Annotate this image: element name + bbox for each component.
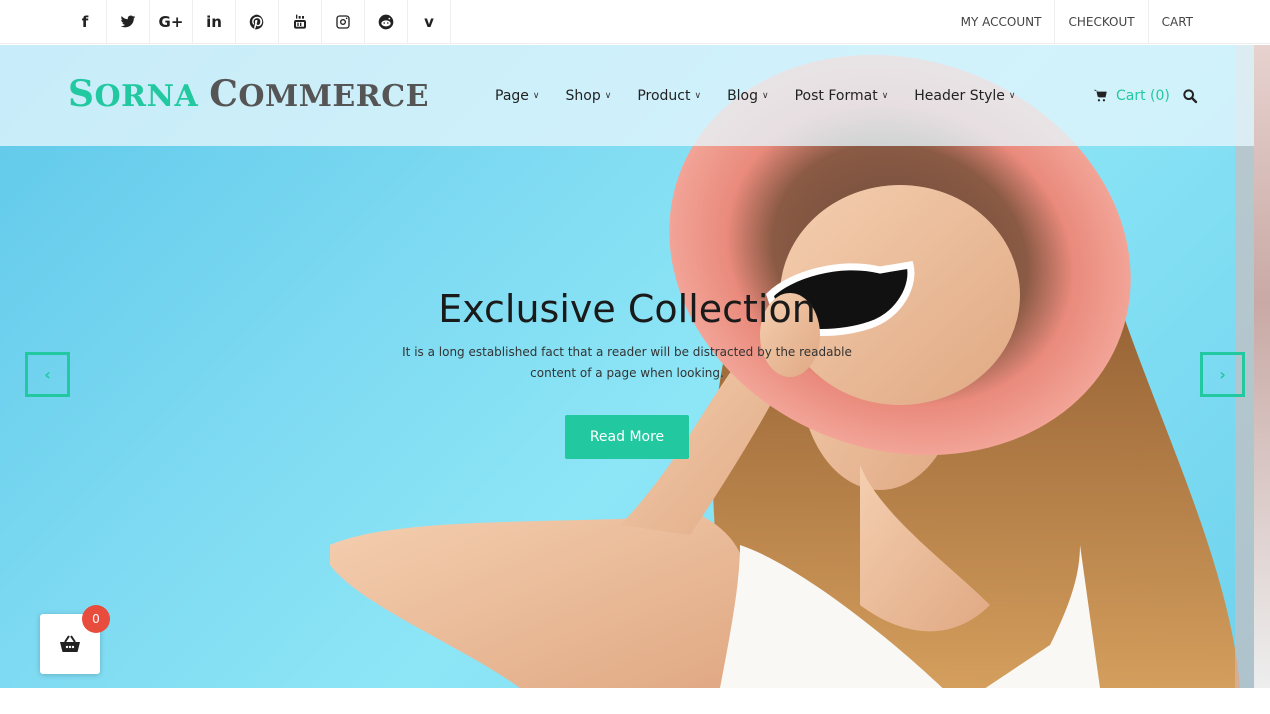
main-nav: Page ∨ Shop ∨ Product ∨ Blog ∨ Post Format ∨ …	[495, 45, 1041, 146]
vimeo-icon[interactable]: v	[408, 0, 451, 44]
reddit-glyph-icon	[378, 14, 394, 30]
chevron-down-icon: ∨	[762, 90, 769, 101]
linkedin-icon[interactable]: in	[193, 0, 236, 44]
social-links: f G+ in v	[64, 0, 451, 44]
site-header: SORNA COMMERCE Page ∨ Shop ∨ Product ∨ Blog…	[0, 45, 1254, 146]
nav-item-shop[interactable]: Shop ∨	[566, 88, 612, 104]
twitter-bird-icon	[120, 15, 136, 28]
nav-item-post-format[interactable]: Post Format ∨	[795, 88, 889, 104]
slide-description: It is a long established fact that a rea…	[402, 345, 852, 380]
cart-link-top[interactable]: CART	[1147, 0, 1206, 44]
chevron-down-icon: ∨	[694, 90, 702, 101]
youtube-icon[interactable]	[279, 0, 322, 44]
account-links: MY ACCOUNT CHECKOUT CART	[948, 0, 1206, 44]
pinterest-icon[interactable]	[236, 0, 279, 44]
nav-item-blog[interactable]: Blog ∨	[727, 88, 769, 104]
youtube-glyph-icon	[294, 14, 306, 29]
nav-item-header-style[interactable]: Header Style ∨	[914, 88, 1015, 104]
shopping-cart-icon	[1093, 89, 1107, 102]
read-more-button[interactable]: Read More	[565, 415, 689, 459]
slider-prev-button[interactable]: ‹	[25, 352, 70, 397]
twitter-icon[interactable]	[107, 0, 150, 44]
chevron-down-icon: ∨	[604, 90, 612, 101]
reddit-icon[interactable]	[365, 0, 408, 44]
floating-cart-count-badge: 0	[82, 605, 110, 633]
google-plus-icon[interactable]: G+	[150, 0, 193, 44]
chevron-down-icon: ∨	[881, 90, 889, 101]
pinterest-glyph-icon	[249, 14, 264, 30]
instagram-icon[interactable]	[322, 0, 365, 44]
header-cart-link[interactable]: Cart (0)	[1093, 45, 1170, 146]
instagram-glyph-icon	[336, 15, 350, 29]
basket-icon	[60, 635, 80, 652]
chevron-left-icon: ‹	[44, 365, 51, 384]
checkout-link[interactable]: CHECKOUT	[1054, 0, 1147, 44]
nav-item-product[interactable]: Product ∨	[637, 88, 701, 104]
chevron-down-icon: ∨	[1008, 90, 1016, 101]
slide-title: Exclusive Collection	[438, 287, 816, 331]
facebook-icon[interactable]: f	[64, 0, 107, 44]
chevron-right-icon: ›	[1219, 365, 1226, 384]
nav-item-page[interactable]: Page ∨	[495, 88, 540, 104]
my-account-link[interactable]: MY ACCOUNT	[948, 0, 1055, 44]
chevron-down-icon: ∨	[532, 90, 540, 101]
search-icon[interactable]	[1182, 88, 1198, 104]
slider-next-button[interactable]: ›	[1200, 352, 1245, 397]
site-logo[interactable]: SORNA COMMERCE	[68, 73, 429, 115]
hero-edge-strip	[1254, 45, 1270, 688]
top-bar: f G+ in v MY ACCOUNT CHECKOUT CART	[0, 0, 1270, 44]
